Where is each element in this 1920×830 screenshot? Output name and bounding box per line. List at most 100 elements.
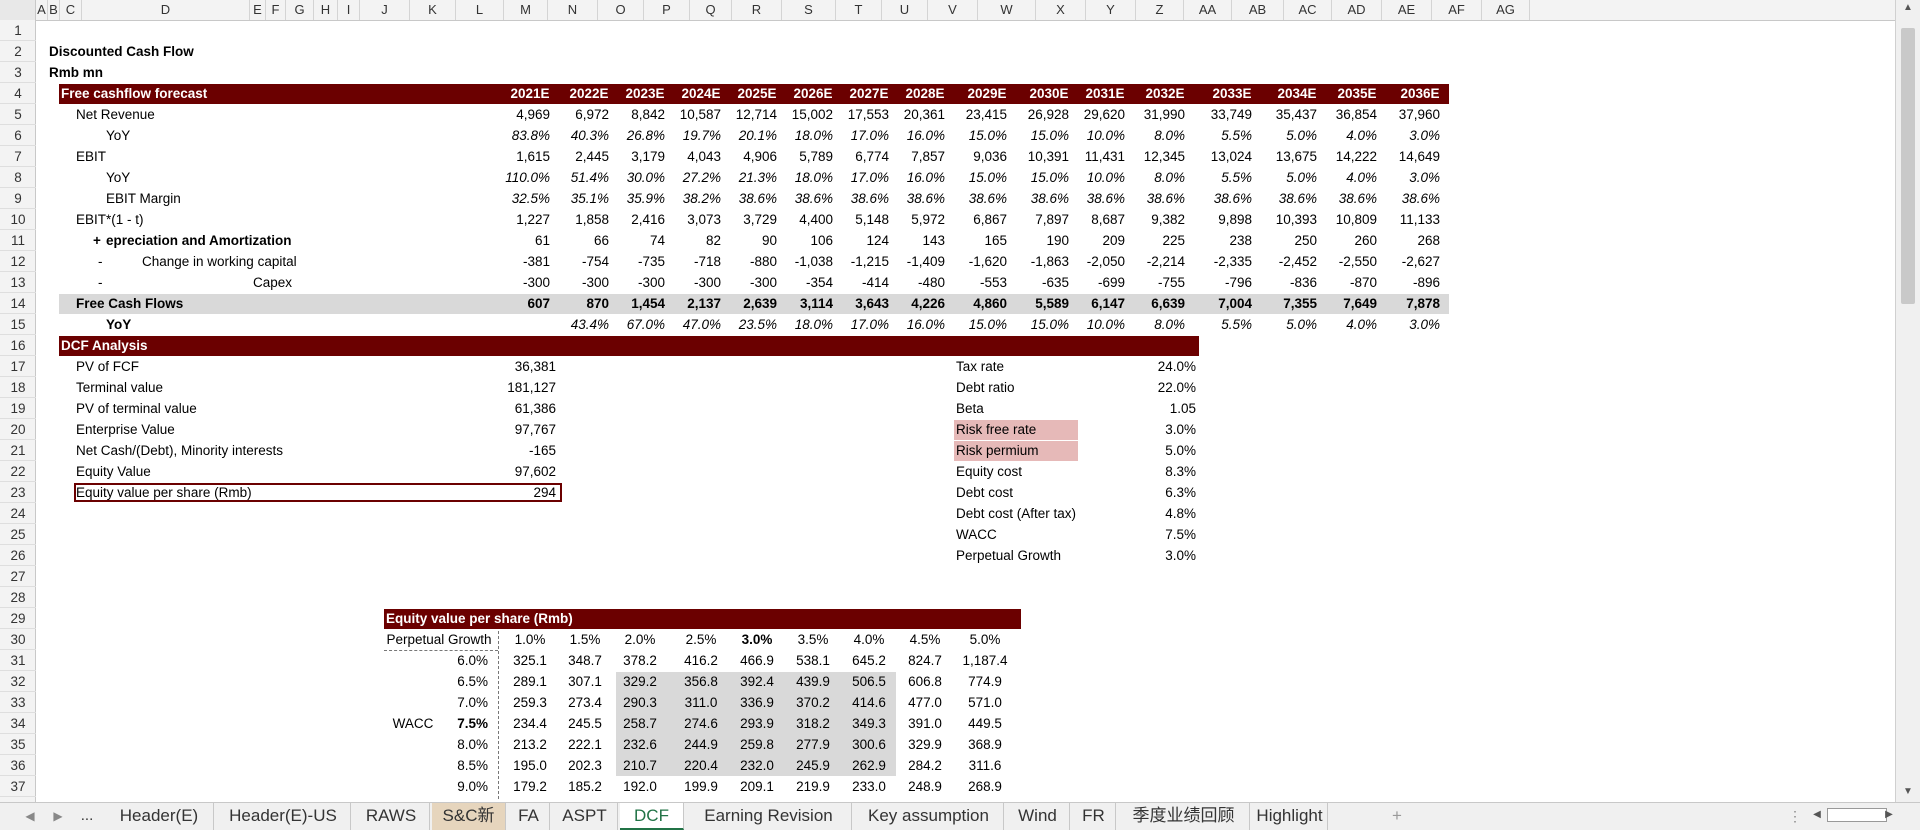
- forecast-value[interactable]: -796: [1182, 272, 1252, 293]
- sensitivity-cell[interactable]: 185.2: [557, 776, 613, 797]
- column-header[interactable]: E: [250, 0, 266, 20]
- sensitivity-cell[interactable]: 311.6: [957, 755, 1013, 776]
- sensitivity-cell[interactable]: 538.1: [785, 650, 841, 671]
- sensitivity-cell[interactable]: 439.9: [785, 671, 841, 692]
- row-header[interactable]: 17: [0, 356, 36, 377]
- sensitivity-cell[interactable]: 273.4: [557, 692, 613, 713]
- forecast-value[interactable]: 3.0%: [1370, 314, 1440, 335]
- forecast-value[interactable]: 165: [937, 230, 1007, 251]
- row-header[interactable]: 4: [0, 83, 36, 104]
- row-header[interactable]: 8: [0, 167, 36, 188]
- sensitivity-cell[interactable]: 210.7: [612, 755, 668, 776]
- sensitivity-cell[interactable]: 259.3: [502, 692, 558, 713]
- forecast-value[interactable]: 5.5%: [1182, 314, 1252, 335]
- column-header[interactable]: AA: [1184, 0, 1232, 20]
- dcf-value[interactable]: 97,767: [456, 419, 556, 440]
- forecast-value[interactable]: 4.0%: [1307, 167, 1377, 188]
- assumption-value[interactable]: 3.0%: [1100, 419, 1196, 440]
- sensitivity-cell[interactable]: 213.2: [502, 734, 558, 755]
- forecast-value[interactable]: 38.6%: [937, 188, 1007, 209]
- sensitivity-cell[interactable]: 244.9: [673, 734, 729, 755]
- sensitivity-cell[interactable]: 824.7: [897, 650, 953, 671]
- forecast-value[interactable]: 16.0%: [875, 125, 945, 146]
- forecast-value[interactable]: 7,004: [1182, 293, 1252, 314]
- sensitivity-cell[interactable]: 336.9: [729, 692, 785, 713]
- column-header[interactable]: H: [314, 0, 338, 20]
- row-header[interactable]: 26: [0, 545, 36, 566]
- column-header[interactable]: P: [644, 0, 690, 20]
- column-header[interactable]: J: [360, 0, 410, 20]
- forecast-value[interactable]: 4,226: [875, 293, 945, 314]
- sensitivity-cell[interactable]: 774.9: [957, 671, 1013, 692]
- column-header[interactable]: AE: [1382, 0, 1432, 20]
- forecast-value[interactable]: 11,133: [1370, 209, 1440, 230]
- assumption-value[interactable]: 3.0%: [1100, 545, 1196, 566]
- forecast-value[interactable]: 37,960: [1370, 104, 1440, 125]
- sheet-tab[interactable]: Earning Revision: [686, 803, 852, 830]
- sheet-tab[interactable]: Highlight: [1252, 803, 1328, 830]
- sheet-tab[interactable]: Header(E)-US: [216, 803, 351, 830]
- sensitivity-cell[interactable]: 284.2: [897, 755, 953, 776]
- sensitivity-cell[interactable]: 293.9: [729, 713, 785, 734]
- sensitivity-cell[interactable]: 1,187.4: [957, 650, 1013, 671]
- forecast-value[interactable]: 238: [1182, 230, 1252, 251]
- sheet-tab[interactable]: DCF: [620, 803, 684, 830]
- forecast-value[interactable]: 5.5%: [1182, 167, 1252, 188]
- row-header[interactable]: 25: [0, 524, 36, 545]
- sensitivity-cell[interactable]: 606.8: [897, 671, 953, 692]
- assumption-value[interactable]: 1.05: [1100, 398, 1196, 419]
- sensitivity-cell[interactable]: 311.0: [673, 692, 729, 713]
- row-header[interactable]: 2: [0, 41, 36, 62]
- forecast-value[interactable]: 38.6%: [1370, 188, 1440, 209]
- forecast-value[interactable]: 20,361: [875, 104, 945, 125]
- row-header[interactable]: 31: [0, 650, 36, 671]
- row-header[interactable]: 28: [0, 587, 36, 608]
- sensitivity-cell[interactable]: 289.1: [502, 671, 558, 692]
- row-header[interactable]: 21: [0, 440, 36, 461]
- row-header[interactable]: 20: [0, 419, 36, 440]
- scroll-down-icon[interactable]: ▼: [1900, 786, 1916, 797]
- sensitivity-cell[interactable]: 477.0: [897, 692, 953, 713]
- sensitivity-cell[interactable]: 290.3: [612, 692, 668, 713]
- sensitivity-cell[interactable]: 268.9: [957, 776, 1013, 797]
- forecast-value[interactable]: 268: [1370, 230, 1440, 251]
- column-header[interactable]: I: [338, 0, 360, 20]
- sensitivity-cell[interactable]: 232.6: [612, 734, 668, 755]
- column-header[interactable]: V: [928, 0, 978, 20]
- dcf-value[interactable]: 36,381: [456, 356, 556, 377]
- forecast-value[interactable]: 3.0%: [1370, 167, 1440, 188]
- forecast-value[interactable]: 260: [1307, 230, 1377, 251]
- forecast-value[interactable]: 14,649: [1370, 146, 1440, 167]
- column-header[interactable]: C: [60, 0, 82, 20]
- forecast-value[interactable]: 9,036: [937, 146, 1007, 167]
- sensitivity-cell[interactable]: 179.2: [502, 776, 558, 797]
- sensitivity-cell[interactable]: 300.6: [841, 734, 897, 755]
- row-header[interactable]: 23: [0, 482, 36, 503]
- row-header[interactable]: 3: [0, 62, 36, 83]
- sensitivity-cell[interactable]: 202.3: [557, 755, 613, 776]
- forecast-value[interactable]: 8.0%: [1115, 167, 1185, 188]
- dcf-value[interactable]: 97,602: [456, 461, 556, 482]
- assumption-value[interactable]: 4.8%: [1100, 503, 1196, 524]
- sensitivity-cell[interactable]: 262.9: [841, 755, 897, 776]
- forecast-value[interactable]: -870: [1307, 272, 1377, 293]
- sensitivity-cell[interactable]: 318.2: [785, 713, 841, 734]
- column-header[interactable]: AF: [1432, 0, 1482, 20]
- sensitivity-cell[interactable]: 277.9: [785, 734, 841, 755]
- row-header[interactable]: 15: [0, 314, 36, 335]
- forecast-value[interactable]: 4.0%: [1307, 125, 1377, 146]
- forecast-value[interactable]: 15.0%: [937, 125, 1007, 146]
- sensitivity-cell[interactable]: 307.1: [557, 671, 613, 692]
- column-header[interactable]: W: [978, 0, 1036, 20]
- forecast-value[interactable]: 7,649: [1307, 293, 1377, 314]
- column-header[interactable]: F: [266, 0, 286, 20]
- forecast-value[interactable]: 38.6%: [1307, 188, 1377, 209]
- forecast-value[interactable]: 9,898: [1182, 209, 1252, 230]
- row-header[interactable]: 12: [0, 251, 36, 272]
- row-header[interactable]: 11: [0, 230, 36, 251]
- column-header[interactable]: S: [782, 0, 836, 20]
- forecast-value[interactable]: 8.0%: [1115, 125, 1185, 146]
- sensitivity-cell[interactable]: 645.2: [841, 650, 897, 671]
- forecast-value[interactable]: 7,857: [875, 146, 945, 167]
- forecast-value[interactable]: -1,620: [937, 251, 1007, 272]
